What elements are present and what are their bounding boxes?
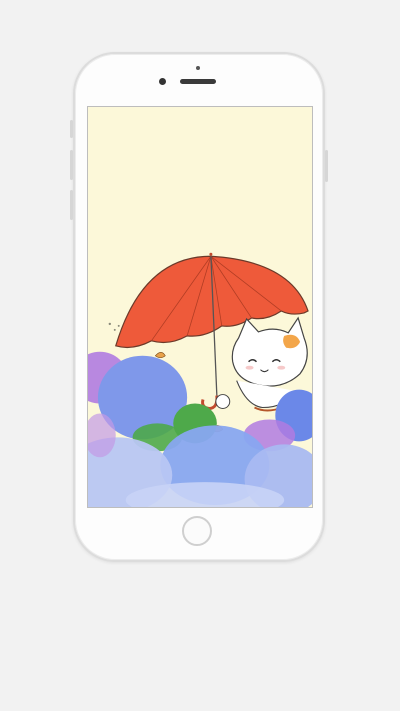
phone-screen[interactable] bbox=[87, 106, 313, 508]
camera-icon bbox=[159, 78, 166, 85]
home-button-icon[interactable] bbox=[182, 516, 212, 546]
earpiece-speaker bbox=[180, 79, 216, 84]
volume-down-button[interactable] bbox=[70, 190, 73, 220]
mute-switch[interactable] bbox=[70, 120, 73, 138]
proximity-sensor bbox=[196, 66, 200, 70]
wallpaper-illustration bbox=[88, 107, 312, 507]
volume-up-button[interactable] bbox=[70, 150, 73, 180]
power-button[interactable] bbox=[325, 150, 328, 182]
